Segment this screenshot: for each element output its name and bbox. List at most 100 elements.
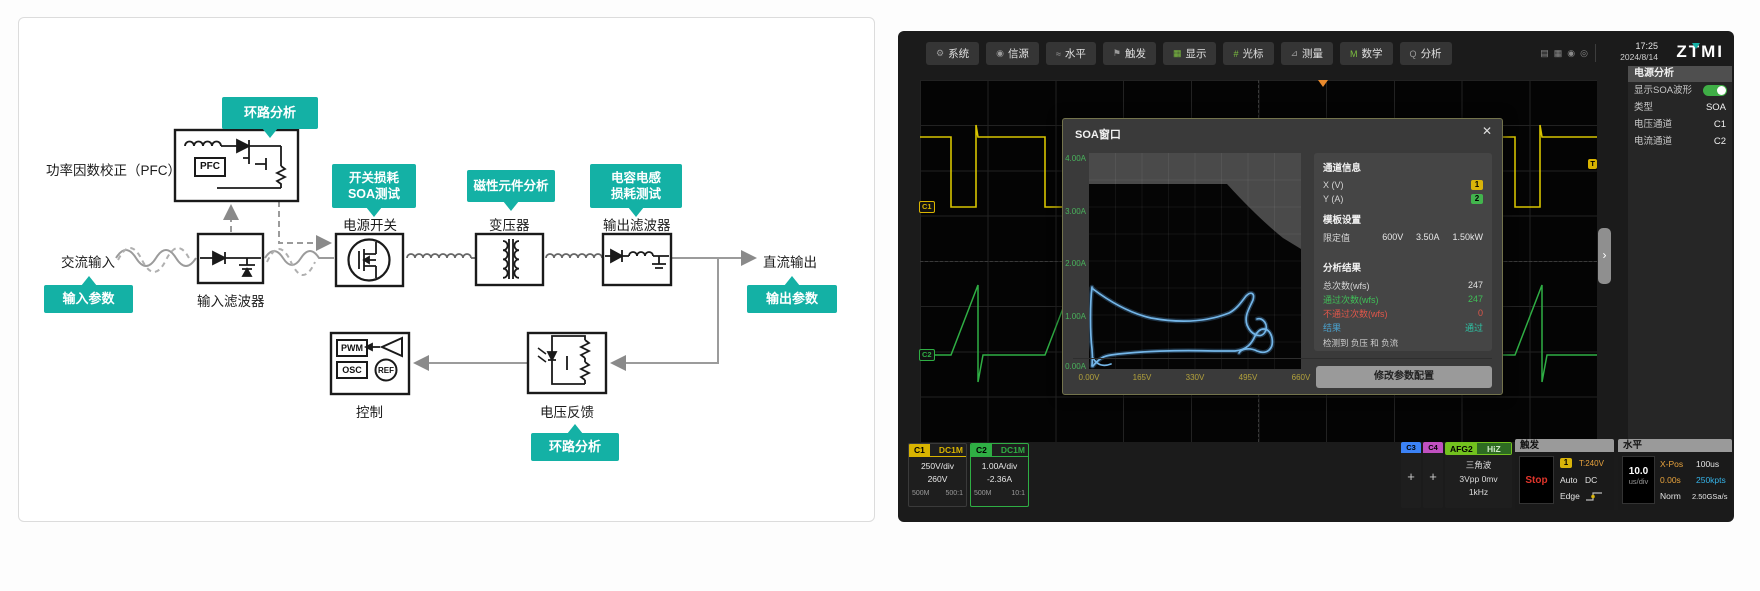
display-status-icon[interactable]: ▤ — [1540, 48, 1549, 59]
voltage-channel-label: 电压通道 — [1634, 119, 1672, 130]
c1-channel-tile[interactable]: C1 DC1M 250V/div 260V 500M 500:1 — [908, 443, 967, 507]
power-switch-label: 电源开关 — [343, 214, 397, 234]
clock: 17:25 2024/8/14 — [1600, 41, 1658, 62]
c1-name: C1 — [909, 444, 930, 456]
callout-loop-analysis-top: 环路分析 — [222, 97, 318, 129]
result-row: 结果 通过 — [1323, 320, 1483, 334]
delay-value: 0.00s — [1660, 475, 1681, 485]
afg2-waveform: 三角波 — [1445, 459, 1512, 471]
c3-add-button[interactable]: + — [1401, 469, 1421, 484]
c1-ground-marker[interactable]: C1 — [919, 201, 935, 213]
c1-footer: 500M 500:1 — [909, 490, 966, 497]
menu-math-button[interactable]: M数学 — [1340, 42, 1393, 65]
menu-trigger-button[interactable]: ⚑触发 — [1103, 42, 1156, 65]
storage-status-icon[interactable]: ▦ — [1554, 48, 1563, 59]
menu-label: 测量 — [1302, 46, 1323, 61]
show-soa-label: 显示SOA波形 — [1634, 85, 1692, 96]
callout-switch-loss-soa: 开关损耗 SOA测试 — [332, 164, 416, 208]
soa-mask-and-trace — [1089, 153, 1301, 369]
trigger-source-badge[interactable]: 1 — [1560, 458, 1572, 468]
soa-toggle[interactable] — [1703, 85, 1727, 96]
trigger-sweep-mode[interactable]: Auto — [1560, 475, 1578, 485]
power-supply-diagram-panel: PFC PWM OSC REF 功率因数校正（PFC） 交流输入 输入滤波器 电… — [18, 17, 875, 522]
callout-pointer — [81, 276, 97, 286]
y-channel-label: Y (A) — [1323, 194, 1343, 204]
timebase-unit: us/div — [1623, 477, 1654, 486]
modify-params-button[interactable]: 修改参数配置 — [1316, 366, 1492, 388]
c2-probe-ratio: 10:1 — [1011, 490, 1025, 497]
voltage-channel-row[interactable]: 电压通道 C1 — [1628, 116, 1732, 133]
menu-label: 系统 — [948, 46, 969, 61]
trigger-level: T:240V — [1579, 459, 1604, 468]
menu-system-button[interactable]: ⚙系统 — [926, 42, 979, 65]
menu-label: 分析 — [1421, 46, 1442, 61]
dialog-divider — [1073, 358, 1492, 359]
horizontal-icon: ≈ — [1056, 49, 1061, 59]
callout-text: 输入参数 — [44, 291, 133, 308]
c4-channel-tile[interactable]: C4 + — [1423, 442, 1443, 508]
sidebar-title: 电源分析 — [1628, 66, 1732, 82]
network-status-icon[interactable]: ◉ — [1567, 48, 1575, 59]
menu-horizontal-button[interactable]: ≈水平 — [1046, 42, 1096, 65]
callout-cap-ind-loss: 电容电感 损耗测试 — [590, 164, 682, 208]
menu-cursor-button[interactable]: #光标 — [1223, 42, 1273, 65]
measure-icon: ⊿ — [1291, 48, 1299, 59]
trigger-coupling[interactable]: DC — [1585, 475, 1597, 485]
trigger-panel[interactable]: 触发 Stop 1 T:240V Auto DC Edge — [1515, 439, 1614, 510]
dc-output-label: 直流输出 — [763, 251, 817, 271]
sidebar-expander-handle[interactable]: › — [1598, 228, 1611, 284]
afg2-tile[interactable]: AFG2 HiZ 三角波 3Vpp 0mv 1kHz — [1445, 442, 1512, 508]
trigger-level-marker[interactable]: T — [1588, 159, 1597, 169]
afg2-header: AFG2 HiZ — [1445, 442, 1512, 455]
fail-count-value: 0 — [1478, 308, 1483, 318]
callout-text: 磁性元件分析 — [467, 178, 555, 194]
dialog-title: SOA窗口 — [1075, 126, 1121, 142]
total-count-label: 总次数(wfs) — [1323, 279, 1370, 292]
c3-channel-tile[interactable]: C3 + — [1401, 442, 1421, 508]
c4-add-button[interactable]: + — [1423, 469, 1443, 484]
c2-footer: 500M 10:1 — [971, 490, 1028, 497]
timebase-box[interactable]: 10.0 us/div — [1622, 456, 1655, 504]
current-channel-row[interactable]: 电流通道 C2 — [1628, 133, 1732, 150]
detection-note: 检测到 负压 和 负流 — [1323, 337, 1483, 349]
c1-probe-ratio: 500:1 — [945, 490, 963, 497]
y-tick: 3.00A — [1063, 207, 1086, 216]
result-label: 结果 — [1323, 321, 1341, 334]
logo-accent-mark — [1692, 43, 1700, 49]
close-icon[interactable]: ✕ — [1482, 124, 1492, 138]
c2-channel-badge: 2 — [1471, 194, 1483, 204]
y-tick: 4.00A — [1063, 154, 1086, 163]
callout-input-params: 输入参数 — [44, 285, 133, 313]
type-row[interactable]: 类型 SOA — [1628, 99, 1732, 116]
menu-measure-button[interactable]: ⊿测量 — [1281, 42, 1334, 65]
voltage-channel-value: C1 — [1714, 116, 1726, 133]
show-soa-row: 显示SOA波形 — [1628, 82, 1732, 99]
c1-bandwidth: 500M — [912, 490, 930, 497]
menu-display-button[interactable]: ▦显示 — [1163, 42, 1217, 65]
trigger-state[interactable]: Stop — [1519, 456, 1554, 504]
soa-info-box: 通道信息 X (V) 1 Y (A) 2 模板设置 限定值 600V 3.50A… — [1314, 153, 1492, 351]
menu-source-button[interactable]: ◉信源 — [986, 42, 1039, 65]
xpos-label: X-Pos — [1660, 459, 1683, 469]
limit-values-row: 限定值 600V 3.50A 1.50kW — [1323, 230, 1483, 244]
c2-name: C2 — [971, 444, 992, 456]
menu-analyze-button[interactable]: Q分析 — [1400, 42, 1452, 65]
c2-channel-tile[interactable]: C2 DC1M 1.00A/div -2.36A 500M 10:1 — [970, 443, 1029, 507]
c2-ground-marker[interactable]: C2 — [919, 349, 935, 361]
ref-circle-label: REF — [375, 366, 397, 375]
mouse-status-icon[interactable]: ◎ — [1580, 48, 1588, 59]
pwm-box-label: PWM — [337, 343, 367, 353]
acquisition-mode[interactable]: Norm — [1660, 491, 1681, 501]
menu-label: 数学 — [1362, 46, 1383, 61]
afg2-impedance: HiZ — [1477, 443, 1511, 454]
callout-pointer — [567, 424, 583, 434]
total-count-value: 247 — [1468, 280, 1483, 290]
control-label: 控制 — [356, 401, 383, 421]
x-tick: 330V — [1178, 373, 1212, 382]
horizontal-panel[interactable]: 水平 10.0 us/div X-Pos 100us 0.00s 250kpts… — [1618, 439, 1732, 510]
trigger-position-marker[interactable] — [1318, 80, 1328, 87]
trigger-type[interactable]: Edge — [1560, 491, 1580, 501]
c4-name: C4 — [1423, 442, 1443, 453]
channel-info-title: 通道信息 — [1323, 160, 1483, 174]
brand-logo: ZTMI — [1676, 42, 1724, 62]
